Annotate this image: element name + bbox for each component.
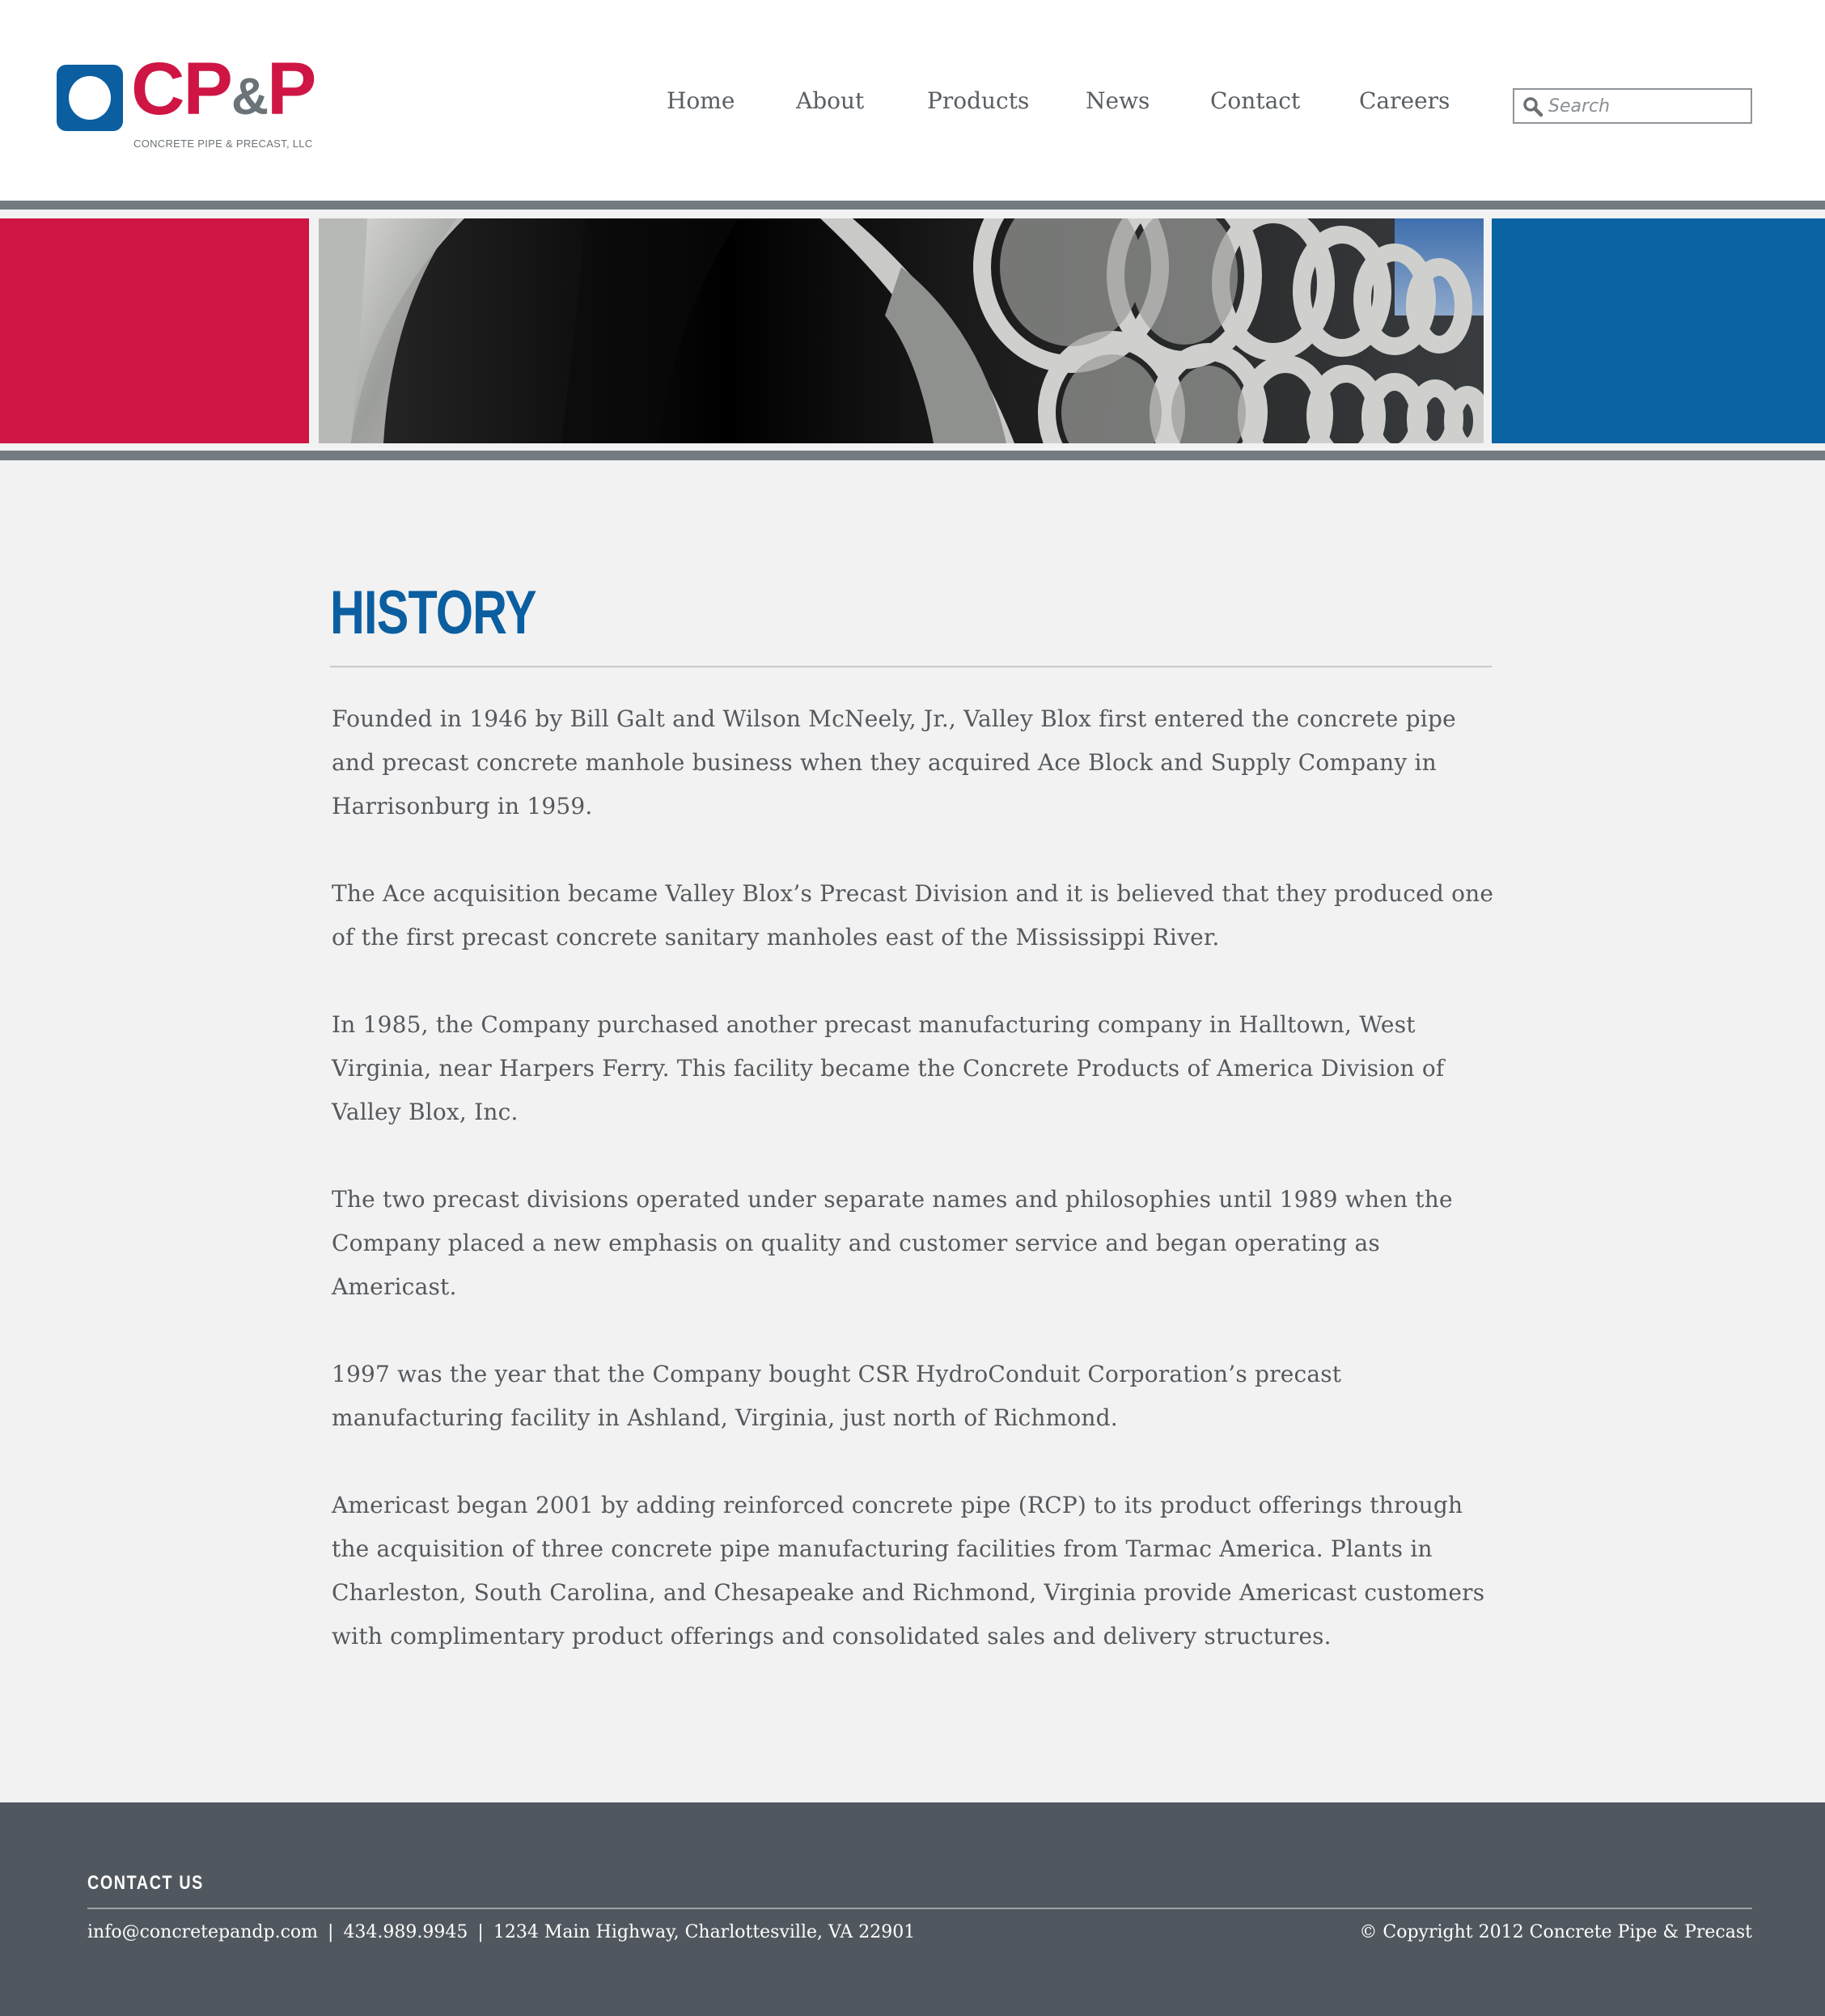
nav-about[interactable]: About	[796, 87, 864, 114]
site-footer: CONTACT US info@concretepandp.com | 434.98…	[0, 1802, 1825, 2016]
paragraph: 1997 was the year that the Company bough…	[332, 1361, 1342, 1431]
site-header: CP&P CONCRETE PIPE & PRECAST, LLC Home A…	[0, 0, 1825, 201]
footer-heading: CONTACT US	[87, 1872, 204, 1894]
nav-careers[interactable]: Careers	[1359, 87, 1450, 114]
search-input[interactable]	[1548, 93, 1742, 119]
logo-wordmark: CP&P	[131, 48, 316, 130]
separator: |	[477, 1922, 484, 1942]
paragraph: In 1985, the Company purchased another p…	[332, 1011, 1445, 1125]
nav-news[interactable]: News	[1086, 87, 1150, 114]
paragraph: Founded in 1946 by Bill Galt and Wilson …	[332, 705, 1456, 820]
search-box[interactable]	[1513, 88, 1752, 124]
paragraph: Americast began 2001 by adding reinforce…	[332, 1492, 1485, 1650]
page-title: HISTORY	[330, 578, 537, 647]
paragraph: The two precast divisions operated under…	[332, 1186, 1453, 1300]
contact-phone: 434.989.9945	[343, 1922, 468, 1942]
copyright-text: © Copyright 2012 Concrete Pipe & Precast	[1359, 1922, 1752, 1942]
contact-info: info@concretepandp.com | 434.989.9945 | 1234…	[87, 1922, 915, 1942]
nav-contact[interactable]: Contact	[1210, 87, 1300, 114]
banner-blue-panel	[1492, 218, 1825, 443]
nav-home[interactable]: Home	[667, 87, 735, 114]
concrete-pipes-photo-icon	[319, 218, 1484, 443]
banner-bottom-rule	[0, 451, 1825, 460]
contact-email-link[interactable]: info@concretepandp.com	[87, 1922, 318, 1942]
logo-mark-icon	[57, 65, 123, 131]
search-icon[interactable]	[1522, 96, 1543, 117]
site-logo[interactable]: CP&P CONCRETE PIPE & PRECAST, LLC	[57, 52, 324, 152]
paragraph: The Ace acquisition became Valley Blox’s…	[332, 880, 1494, 951]
nav-products[interactable]: Products	[927, 87, 1029, 114]
title-divider	[330, 666, 1492, 667]
banner-red-panel	[0, 218, 309, 443]
logo-subtitle: CONCRETE PIPE & PRECAST, LLC	[133, 138, 313, 150]
banner-photo	[319, 218, 1484, 443]
history-text: Founded in 1946 by Bill Galt and Wilson …	[332, 697, 1497, 1702]
contact-address: 1234 Main Highway, Charlottesville, VA 2…	[493, 1922, 916, 1942]
banner-top-rule	[0, 201, 1825, 210]
footer-divider	[87, 1908, 1752, 1909]
separator: |	[328, 1922, 334, 1942]
